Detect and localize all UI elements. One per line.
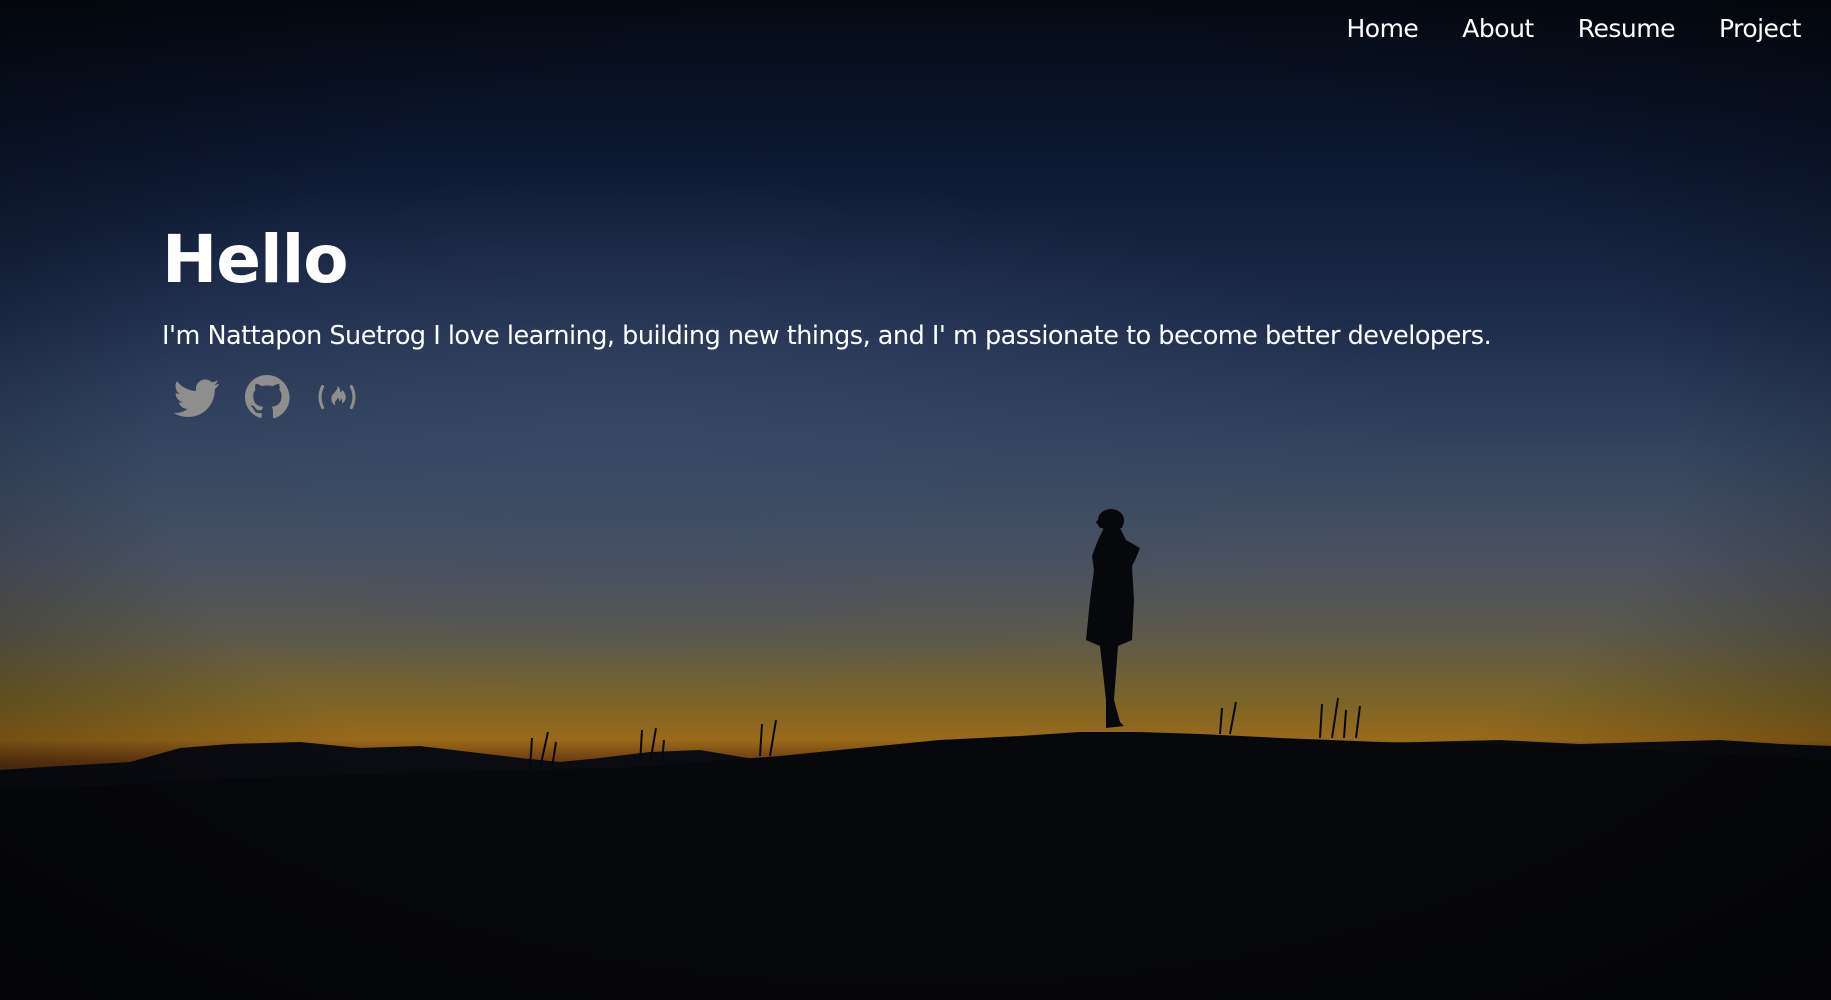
hero-heading: Hello — [162, 221, 349, 298]
twitter-link[interactable] — [174, 374, 220, 420]
twitter-icon — [174, 379, 220, 417]
nav-home-link[interactable]: Home — [1346, 10, 1418, 48]
hero-section: Home About Resume Project Hello I'm Natt… — [0, 0, 1831, 1000]
freecodecamp-link[interactable] — [314, 374, 360, 420]
nav-project-link[interactable]: Project — [1719, 10, 1802, 48]
nav-resume-link[interactable]: Resume — [1578, 10, 1676, 48]
hero-tagline: I'm Nattapon Suetrog I love learning, bu… — [162, 321, 1492, 351]
nav-about-link[interactable]: About — [1462, 10, 1534, 48]
social-links — [174, 374, 1491, 420]
github-icon — [244, 374, 290, 419]
github-link[interactable] — [244, 374, 290, 420]
hero-content: Hello I'm Nattapon Suetrog I love learni… — [162, 212, 1492, 420]
top-nav: Home About Resume Project — [1346, 10, 1801, 48]
hero-background-image — [0, 0, 1831, 1000]
freecodecamp-icon — [318, 384, 356, 410]
